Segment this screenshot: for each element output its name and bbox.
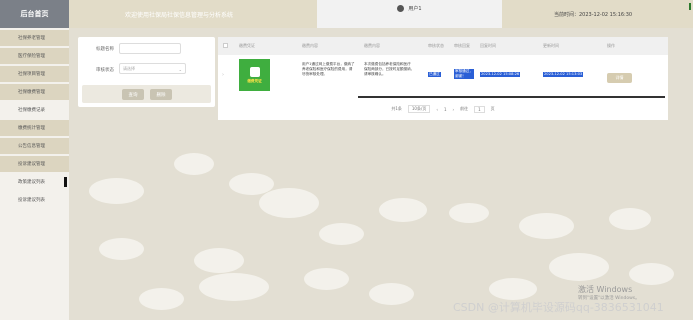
update-time-cell: 2023-12-02 15:13:03 <box>543 72 584 77</box>
select-all-checkbox[interactable] <box>223 43 228 48</box>
data-table: 缴费凭证 缴费内容 缴费内容 审核状态 审核回复 回复时间 更新时间 操作 › … <box>218 37 668 120</box>
query-button[interactable]: 查询 <box>122 89 144 100</box>
prev-page-button[interactable]: ‹ <box>436 107 438 112</box>
page-size-select[interactable]: 10条/页 <box>407 105 431 113</box>
status-filter-label: 审核状态 <box>96 68 114 73</box>
content-cell-1: 用户1通过网上缴费平台，缴纳了 养老保险和医疗保险的费用，请 尽快审核处理。 <box>302 62 355 76</box>
search-panel: 标题名称 审核状态 请选择 ⌄ 查询 删除 <box>78 37 215 107</box>
sidebar: 后台首页 社保养老管理 医疗保险管理 社保项目管理 社保缴费管理 社保缴费记录 缴费统计管… <box>0 0 69 320</box>
delete-button[interactable]: 删除 <box>150 89 172 100</box>
sidebar-item[interactable]: 政策建议列表 <box>0 174 69 190</box>
search-button-area: 查询 删除 <box>82 85 211 103</box>
current-time: 当前时间：2023-12-02 15:16:30 <box>554 11 633 18</box>
edge-indicator-icon <box>689 3 691 10</box>
next-page-button[interactable]: › <box>452 107 454 112</box>
col-header[interactable]: 审核回复 <box>454 43 470 49</box>
title-search-input[interactable] <box>119 43 181 54</box>
col-header[interactable]: 更新时间 <box>543 43 559 49</box>
table-header: 缴费凭证 缴费内容 缴费内容 审核状态 审核回复 回复时间 更新时间 操作 <box>218 37 668 55</box>
reply-cell: 审核通过， 谢谢！ <box>454 69 474 79</box>
col-header[interactable]: 缴费内容 <box>364 43 380 49</box>
col-header[interactable]: 缴费凭证 <box>239 43 255 49</box>
sidebar-item[interactable]: 投诉建议列表 <box>0 192 69 208</box>
sidebar-item[interactable]: 缴费统计管理 <box>0 120 69 136</box>
title-filter-label: 标题名称 <box>96 47 114 52</box>
total-count: 共1条 <box>391 106 402 111</box>
expand-arrow-icon[interactable]: › <box>222 72 224 78</box>
col-header[interactable]: 回复时间 <box>480 43 496 49</box>
csdn-watermark: CSDN @计算机毕设源码qq-3836531041 <box>453 301 664 314</box>
table-row[interactable]: › 缴费凭证 用户1通过网上缴费平台，缴纳了 养老保险和医疗保险的费用，请 尽快… <box>218 55 668 98</box>
sidebar-item[interactable]: 投诉建议管理 <box>0 156 69 172</box>
pagination: 共1条 10条/页 ‹ 1 › 前往 1 页 <box>218 104 668 114</box>
goto-label: 前往 <box>460 106 469 111</box>
col-header[interactable]: 操作 <box>607 43 615 49</box>
user-name: 用户1 <box>408 6 422 12</box>
sidebar-item[interactable]: 社保养老管理 <box>0 30 69 46</box>
user-area[interactable]: 用户1 <box>317 0 502 28</box>
user-avatar-icon <box>397 5 405 12</box>
sidebar-item[interactable]: 公告信息管理 <box>0 138 69 154</box>
goto-page-input[interactable]: 1 <box>474 105 485 113</box>
sidebar-item[interactable]: 医疗保险管理 <box>0 48 69 64</box>
selection-underline <box>358 96 665 98</box>
status-select[interactable]: 请选择 ⌄ <box>119 63 186 74</box>
col-header[interactable]: 审核状态 <box>428 43 444 49</box>
current-page[interactable]: 1 <box>444 107 447 112</box>
chevron-down-icon: ⌄ <box>178 67 182 72</box>
receipt-icon <box>249 66 260 77</box>
top-header: 欢迎使用社保局社保信息管理与分析系统 用户1 当前时间：2023-12-02 1… <box>69 0 693 28</box>
status-cell: 已通过 <box>428 72 441 77</box>
detail-button[interactable]: 详情 <box>607 73 632 83</box>
page-title: 欢迎使用社保局社保信息管理与分析系统 <box>69 0 317 28</box>
reply-time-cell: 2023-12-02 15:08:26 <box>480 72 521 77</box>
active-marker-icon <box>64 177 67 187</box>
thumb-caption: 缴费凭证 <box>247 78 262 83</box>
content-cell-2: 本次缴费包括养老保险和医疗 保险两部分，已按时足额缴纳， 请审核确认。 <box>364 62 415 76</box>
time-area: 当前时间：2023-12-02 15:16:30 <box>502 0 693 28</box>
sidebar-item[interactable]: 社保缴费管理 <box>0 84 69 100</box>
payment-receipt-image[interactable]: 缴费凭证 <box>239 59 270 91</box>
sidebar-item[interactable]: 社保缴费记录 <box>0 102 69 118</box>
sidebar-item[interactable]: 社保项目管理 <box>0 66 69 82</box>
sidebar-menu: 社保养老管理 医疗保险管理 社保项目管理 社保缴费管理 社保缴费记录 缴费统计管理 公告信息… <box>0 30 69 208</box>
sidebar-title[interactable]: 后台首页 <box>0 0 69 28</box>
col-header[interactable]: 缴费内容 <box>302 43 318 49</box>
page-suffix: 页 <box>490 106 495 111</box>
